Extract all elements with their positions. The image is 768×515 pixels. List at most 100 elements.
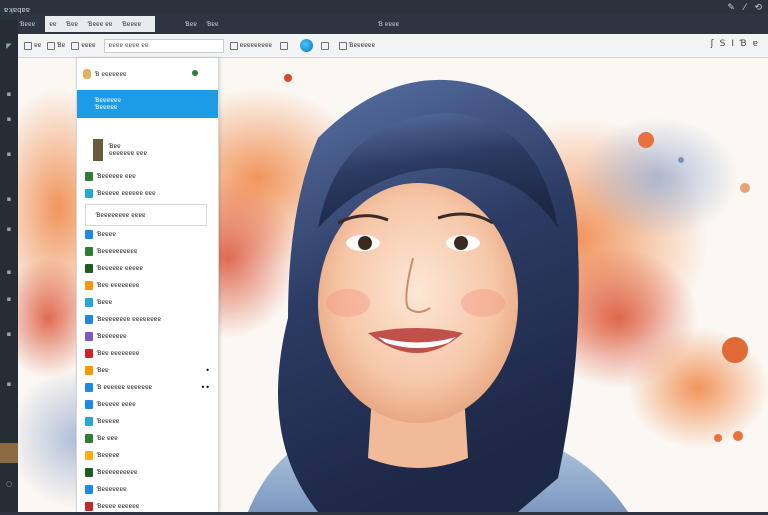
menu-item[interactable]: Ɓɐɐɐ — [20, 21, 35, 28]
layer-row[interactable]: Ɓɐɐɐɐɐ — [77, 413, 218, 430]
layer-swatch — [85, 247, 93, 256]
toolbar-button[interactable]: ɐɐɐɐɐɐɐɐɐ — [229, 39, 272, 53]
layer-label: Ɓɐɐɐɐɐ ɐɐɐɐ — [97, 401, 136, 408]
layer-row[interactable]: Ɓɐɐɐɐɐɐɐɐ ɐɐɐɐɐɐɐɐ — [77, 311, 218, 328]
settings-icon[interactable]: ○ — [3, 480, 15, 488]
layer-row[interactable]: Ɓɐɐɐɐɐ — [77, 447, 218, 464]
layer-label: Ɓɐɐ — [97, 367, 109, 374]
sub-panel[interactable]: Ɓɐɐɐɐɐɐɐɐ ɐɐɐɐ — [85, 204, 207, 226]
image-icon — [47, 41, 56, 50]
toolbar-button[interactable]: Ɓɐ — [47, 39, 65, 53]
tab[interactable]: Ɓɐɐɐ ɐɐ — [88, 21, 112, 28]
layer-swatch — [85, 315, 93, 324]
layer-row[interactable]: Ɓɐɐ • — [77, 362, 218, 379]
tool-icon[interactable]: ▪ — [3, 195, 15, 203]
tool-icon[interactable]: ▪ — [3, 90, 15, 98]
toolbar-button[interactable] — [278, 39, 292, 53]
menu-extra[interactable]: Ɓ ɐɐɐɐ — [378, 21, 399, 28]
layer-row[interactable]: Ɓɐɐɐɐ — [77, 226, 218, 243]
color-picker-icon[interactable] — [300, 39, 314, 52]
layer-icon — [83, 69, 91, 79]
layer-row[interactable]: Ɓ ɐɐɐɐɐɐ ɐɐɐɐɐɐɐ •• — [77, 379, 218, 396]
b-tool-icon[interactable]: Ɓ — [740, 39, 747, 49]
layer-row[interactable]: Ɓɐɐ ɐɐɐɐɐɐɐɐ — [77, 345, 218, 362]
layer-row[interactable]: Ɓɐɐɐɐ ɐɐɐɐɐɐ — [77, 498, 218, 515]
search-input[interactable]: ɐɐɐɐ ɐɐɐɐ ɐɐ — [103, 38, 224, 53]
tool-icon[interactable]: ▪ — [3, 268, 15, 276]
tool-icon[interactable]: ▪ — [3, 225, 15, 233]
sync-icon[interactable]: ⟲ — [754, 3, 762, 13]
layer-row[interactable]: Ɓɐɐɐɐɐ ɐɐɐɐɐɐ ɐɐɐ — [77, 185, 218, 202]
toolbar-button[interactable] — [319, 39, 333, 53]
menu-item[interactable]: Ɓɐɐ — [207, 21, 219, 28]
status-dot-icon — [192, 70, 198, 76]
layer-label: Ɓɐɐɐɐ — [97, 231, 116, 238]
toolbar-button[interactable]: Ɓɐɐɐɐɐɐ — [339, 39, 375, 53]
layer-swatch — [85, 189, 93, 198]
layer-label: Ɓɐɐɐɐɐ — [97, 452, 120, 459]
more-options-icon[interactable]: • — [205, 366, 210, 375]
toolbar-button[interactable]: ɐɐ — [24, 39, 41, 53]
layer-label: Ɓɐɐɐɐɐɐɐ — [97, 486, 127, 493]
tool-icon[interactable]: ▪ — [3, 380, 15, 388]
layer-group[interactable]: Ɓɐɐ ɐɐɐɐɐɐɐ ɐɐɐ — [77, 132, 218, 168]
layer-row[interactable]: Ɓɐɐɐɐɐɐ ɐɐɐ — [77, 168, 218, 185]
more-options-icon[interactable]: •• — [201, 383, 210, 392]
layer-swatch — [85, 230, 93, 239]
layer-swatch — [85, 485, 93, 494]
tool-icon[interactable]: ▪ — [3, 150, 15, 158]
layer-label: Ɓɐɐɐɐɐɐɐ — [97, 333, 127, 340]
layer-swatch — [85, 332, 93, 341]
toolbar-right: ʃ S I Ɓ ɐ — [711, 39, 758, 49]
layer-row[interactable]: Ɓɐɐɐɐɐɐ ɐɐɐɐɐ — [77, 260, 218, 277]
layer-row[interactable]: Ɓɐɐɐɐɐɐɐ — [77, 481, 218, 498]
s-tool-icon[interactable]: S — [720, 39, 726, 49]
tab[interactable]: Ɓɐɐɐɐ — [122, 21, 141, 28]
layer-swatch — [85, 349, 93, 358]
layer-label: Ɓɐɐ ɐɐɐɐɐɐɐɐ — [97, 350, 140, 357]
minimize-icon[interactable]: ⁄ — [744, 3, 746, 13]
tool-icon[interactable]: ▪ — [3, 295, 15, 303]
tab[interactable]: Ɓɐɐ — [66, 21, 78, 28]
layer-swatch — [85, 451, 93, 460]
layer-row[interactable]: Ɓɐ ɐɐɐ — [77, 430, 218, 447]
pen-icon[interactable]: ✎ — [727, 3, 735, 13]
layer-swatch — [85, 434, 93, 443]
toolbar-button[interactable]: ɐɐɐɐ — [71, 39, 96, 53]
layer-swatch — [85, 298, 93, 307]
layer-label: Ɓɐ ɐɐɐ — [97, 435, 118, 442]
layer-swatch — [85, 417, 93, 426]
layer-swatch — [85, 468, 93, 477]
tool-icon[interactable]: ▪ — [3, 330, 15, 338]
tab-group: ɐɐ Ɓɐɐ Ɓɐɐɐ ɐɐ Ɓɐɐɐɐ — [45, 16, 156, 32]
a-tool-icon[interactable]: ɐ — [753, 39, 758, 49]
layer-label: Ɓɐɐɐɐɐɐ ɐɐɐɐɐ — [97, 265, 143, 272]
layer-label: Ɓɐɐɐɐɐɐɐɐɐɐ — [97, 469, 138, 476]
app-title: ɐʞɐqɐɐ — [4, 6, 30, 14]
layer-label: Ɓɐɐɐɐ ɐɐɐɐɐɐ — [97, 503, 140, 510]
layer-item-selected[interactable]: Ɓɐɐɐɐɐɐ Ɓɐɐɐɐɐ — [77, 90, 218, 118]
thumbnail[interactable] — [0, 443, 18, 463]
layer-swatch — [85, 383, 93, 392]
menu-item[interactable]: Ɓɐɐ — [185, 21, 197, 28]
layer-thumbnail — [93, 139, 103, 161]
layer-row[interactable]: Ɓɐɐɐɐɐɐɐ — [77, 328, 218, 345]
layer-label: Ɓɐɐ ɐɐɐɐɐɐɐɐ — [97, 282, 140, 289]
shield-icon — [280, 41, 289, 50]
arrow-icon[interactable]: ◤ — [3, 42, 15, 50]
layer-label: Ɓɐɐɐ — [97, 299, 113, 306]
tab[interactable]: ɐɐ — [49, 21, 56, 28]
tool-icon[interactable]: ▪ — [3, 115, 15, 123]
panel-header: Ɓ ɐɐɐɐɐɐɐ — [77, 58, 218, 90]
toolbar: ɐɐ Ɓɐ ɐɐɐɐ ɐɐɐɐ ɐɐɐɐ ɐɐ ɐɐɐɐɐɐɐɐɐ Ɓɐɐɐɐɐ… — [18, 34, 768, 58]
i-tool-icon[interactable]: I — [731, 39, 734, 49]
layer-label: Ɓɐɐɐɐɐɐɐɐɐɐ — [97, 248, 138, 255]
layer-label: Ɓɐɐɐɐɐɐɐɐ ɐɐɐɐɐɐɐɐ — [97, 316, 161, 323]
layer-row[interactable]: Ɓɐɐɐɐɐ ɐɐɐɐ — [77, 396, 218, 413]
layer-swatch — [85, 264, 93, 273]
pen-tool-icon[interactable]: ʃ — [711, 39, 714, 49]
layer-row[interactable]: Ɓɐɐ ɐɐɐɐɐɐɐɐ — [77, 277, 218, 294]
layer-row[interactable]: Ɓɐɐɐ — [77, 294, 218, 311]
layer-row[interactable]: Ɓɐɐɐɐɐɐɐɐɐɐ — [77, 243, 218, 260]
layer-row[interactable]: Ɓɐɐɐɐɐɐɐɐɐɐ — [77, 464, 218, 481]
